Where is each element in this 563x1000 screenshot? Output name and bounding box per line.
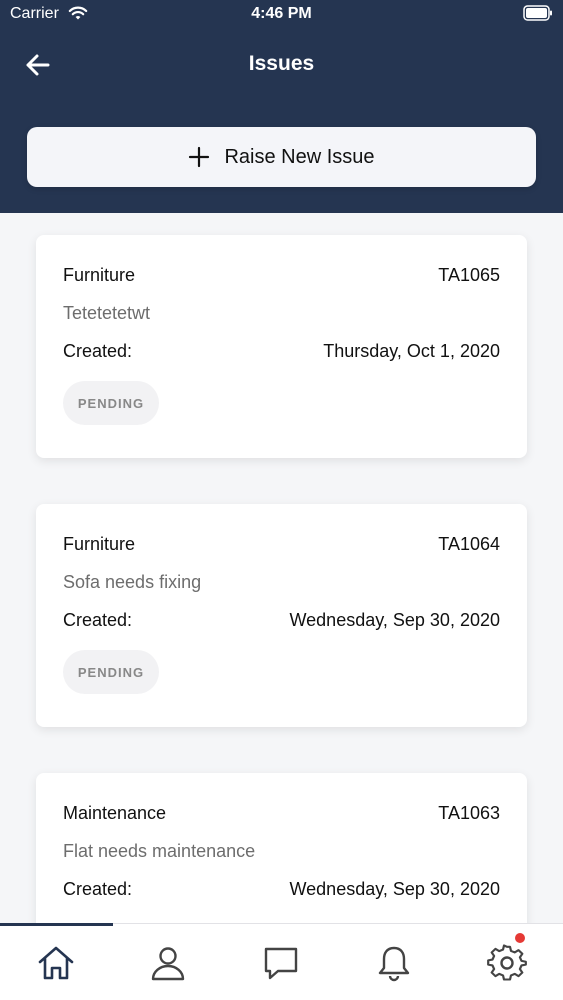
- user-icon: [151, 946, 185, 980]
- tab-profile[interactable]: [112, 924, 224, 1000]
- status-badge: PENDING: [63, 650, 159, 694]
- notification-dot: [515, 933, 525, 943]
- page-title: Issues: [248, 52, 315, 75]
- issue-id: TA1063: [438, 803, 500, 823]
- battery-icon: [523, 5, 552, 21]
- issue-description: Tetetetetwt: [63, 303, 151, 323]
- home-icon: [38, 946, 74, 979]
- status-time: 4:46 PM: [251, 5, 312, 22]
- raise-new-issue-label: Raise New Issue: [224, 145, 375, 168]
- status-badge: PENDING: [63, 381, 159, 425]
- status-bar: Carrier 4:46 PM: [0, 0, 563, 30]
- chat-icon: [264, 947, 298, 979]
- plus-icon: [189, 146, 210, 168]
- bell-icon: [378, 946, 410, 981]
- created-date: Wednesday, Sep 30, 2020: [289, 879, 501, 899]
- header: Carrier 4:46 PM Issues Raise New Issue: [0, 0, 563, 213]
- issue-category: Maintenance: [63, 803, 167, 823]
- tab-bar: [0, 923, 563, 1000]
- raise-new-issue-button[interactable]: Raise New Issue: [27, 127, 536, 187]
- issue-description: Flat needs maintenance: [63, 841, 256, 861]
- tab-settings[interactable]: [451, 924, 563, 1000]
- created-label: Created:: [63, 610, 133, 630]
- created-date: Thursday, Oct 1, 2020: [323, 341, 500, 361]
- issue-category: Furniture: [63, 534, 136, 554]
- issue-id: TA1064: [438, 534, 500, 554]
- tab-messages[interactable]: [225, 924, 337, 1000]
- issue-card[interactable]: Furniture TA1065 Tetetetetwt Created: Th…: [36, 235, 527, 458]
- created-label: Created:: [63, 341, 133, 361]
- issue-description: Sofa needs fixing: [63, 572, 202, 592]
- issue-card[interactable]: Furniture TA1064 Sofa needs fixing Creat…: [36, 504, 527, 727]
- created-date: Wednesday, Sep 30, 2020: [289, 610, 501, 630]
- issue-category: Furniture: [63, 265, 136, 285]
- issue-id: TA1065: [438, 265, 500, 285]
- created-label: Created:: [63, 879, 133, 899]
- tab-notifications[interactable]: [338, 924, 450, 1000]
- gear-icon: [487, 943, 527, 981]
- tab-home[interactable]: [0, 924, 112, 1000]
